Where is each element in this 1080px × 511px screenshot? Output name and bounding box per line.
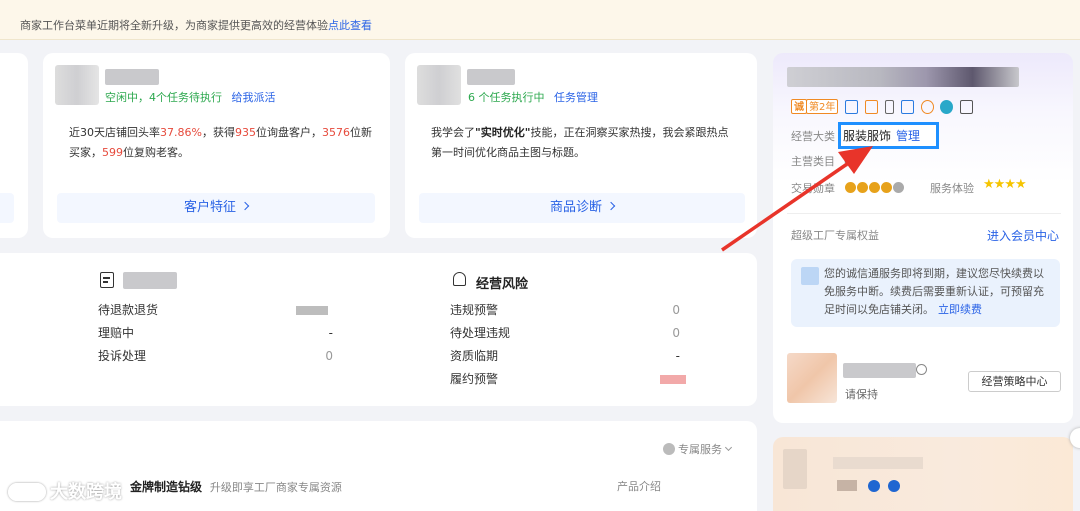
arrow-head	[838, 146, 873, 174]
arrow-shaft	[721, 160, 851, 252]
annotation-arrow	[721, 146, 873, 252]
